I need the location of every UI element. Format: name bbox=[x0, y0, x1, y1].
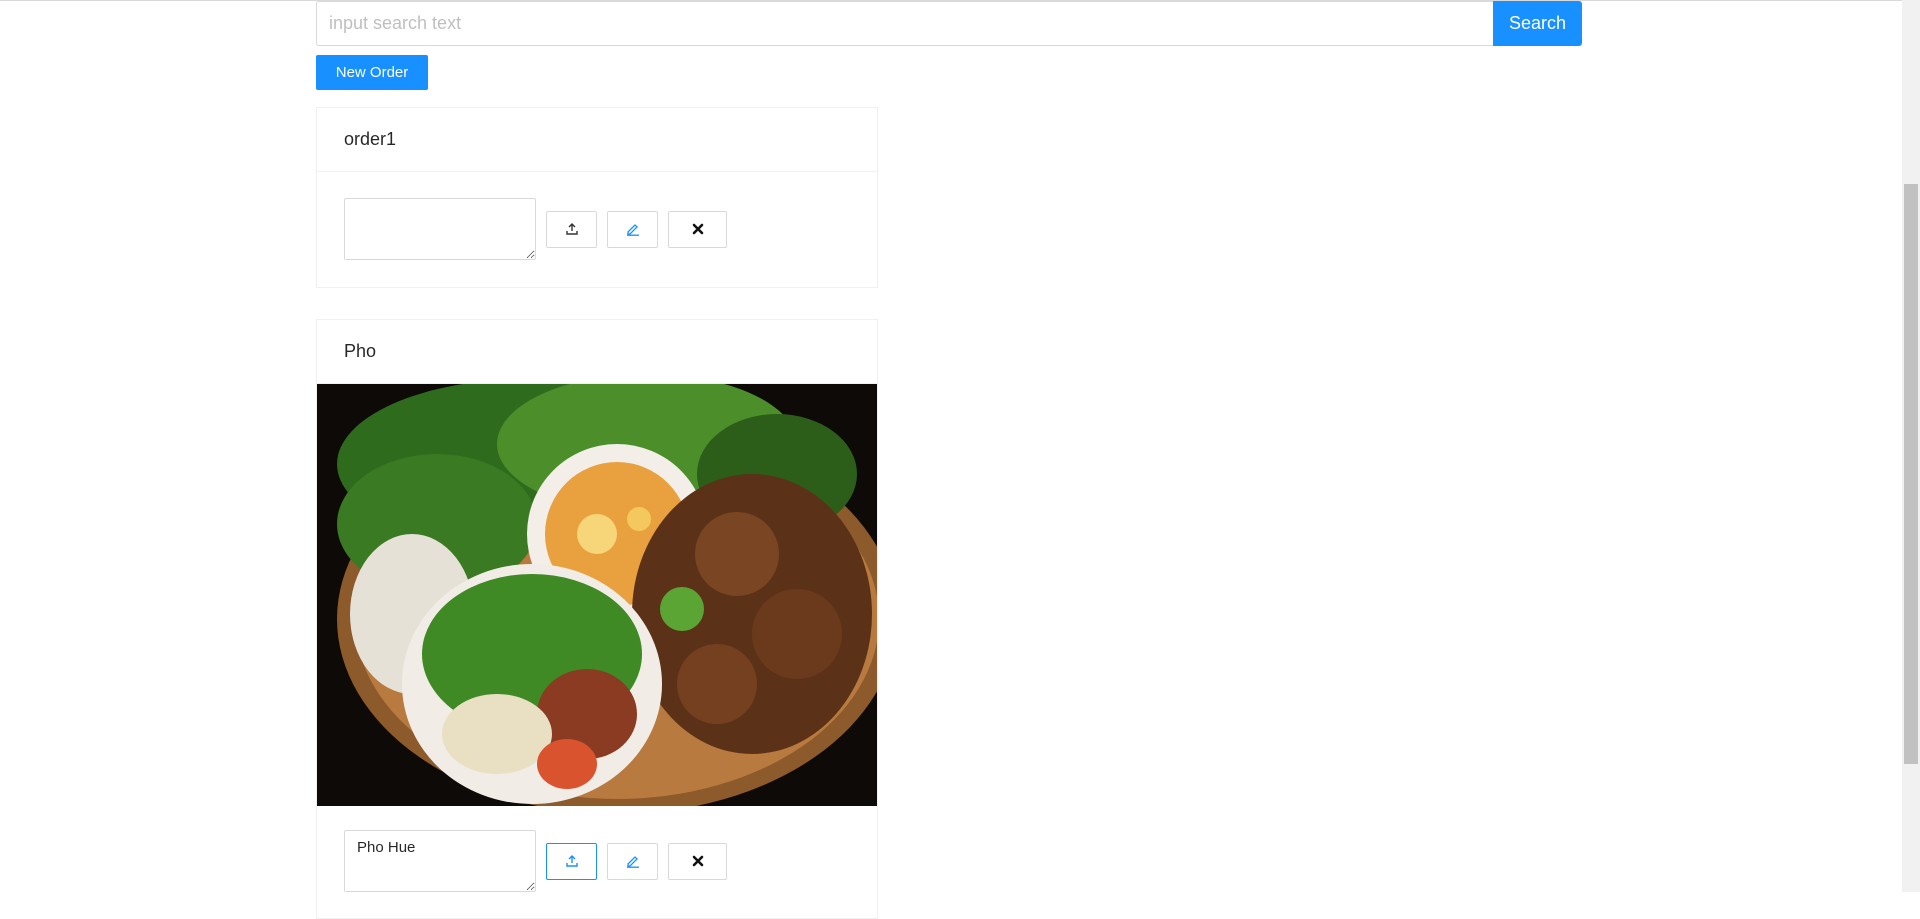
upload-icon bbox=[565, 855, 578, 867]
delete-button[interactable] bbox=[668, 210, 727, 248]
search-bar: Search bbox=[316, 1, 1582, 46]
order-card: order1 bbox=[316, 107, 878, 288]
edit-icon bbox=[626, 224, 639, 236]
search-input[interactable] bbox=[316, 1, 1493, 46]
edit-button[interactable] bbox=[607, 210, 658, 248]
close-icon bbox=[692, 223, 703, 235]
delete-button[interactable] bbox=[668, 842, 727, 880]
edit-icon bbox=[626, 856, 639, 868]
order-card-actions bbox=[317, 172, 877, 286]
scrollbar-thumb[interactable] bbox=[1904, 184, 1918, 764]
order-card-title: order1 bbox=[317, 108, 877, 172]
scrollbar[interactable] bbox=[1902, 0, 1920, 892]
order-note-textarea[interactable] bbox=[344, 830, 536, 892]
order-card-actions bbox=[317, 806, 877, 918]
edit-button[interactable] bbox=[607, 842, 658, 880]
upload-button[interactable] bbox=[546, 842, 597, 880]
order-card: Pho bbox=[316, 319, 878, 919]
upload-icon bbox=[565, 223, 578, 235]
close-icon bbox=[692, 855, 703, 867]
food-image bbox=[317, 384, 877, 806]
upload-button[interactable] bbox=[546, 210, 597, 248]
new-order-button[interactable]: New Order bbox=[316, 55, 428, 90]
order-card-title: Pho bbox=[317, 320, 877, 384]
order-note-textarea[interactable] bbox=[344, 198, 536, 260]
search-button[interactable]: Search bbox=[1493, 1, 1582, 46]
